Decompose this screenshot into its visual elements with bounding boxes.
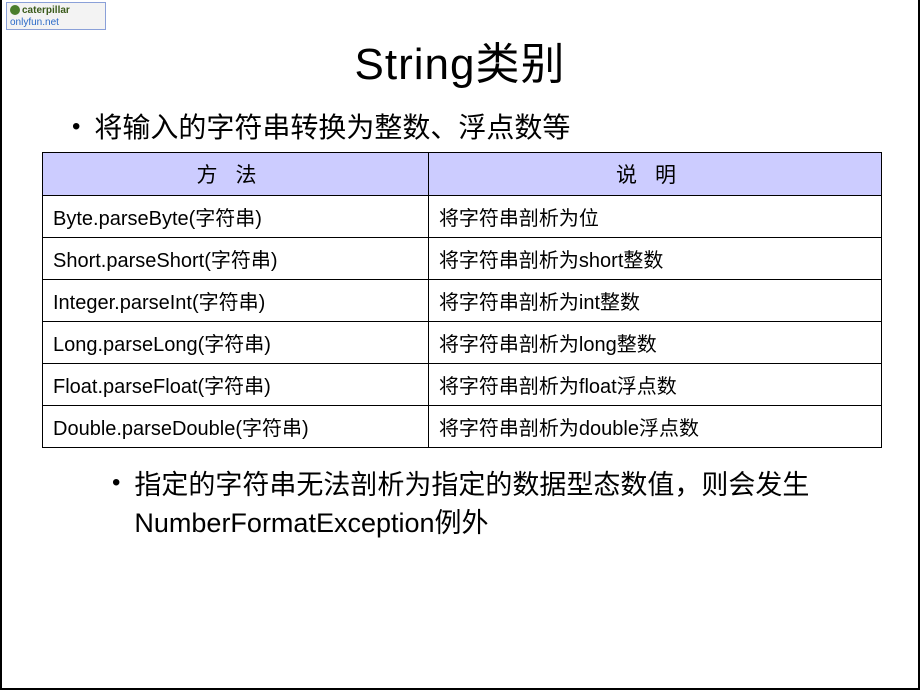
slide-content: • 将输入的字符串转换为整数、浮点数等 方法 说明 Byte.parseByte…: [2, 102, 918, 542]
cell-method: Float.parseFloat(字符串): [43, 364, 429, 406]
slide: caterpillar onlyfun.net String类别 • 将输入的字…: [0, 0, 920, 690]
table-row: Byte.parseByte(字符串) 将字符串剖析为位: [43, 196, 882, 238]
header-description: 说明: [428, 153, 881, 196]
bullet-dot-icon: •: [112, 466, 120, 500]
table-row: Float.parseFloat(字符串) 将字符串剖析为float浮点数: [43, 364, 882, 406]
table-header-row: 方法 说明: [43, 153, 882, 196]
bullet-1: • 将输入的字符串转换为整数、浮点数等: [42, 110, 878, 146]
table-row: Short.parseShort(字符串) 将字符串剖析为short整数: [43, 238, 882, 280]
table-row: Integer.parseInt(字符串) 将字符串剖析为int整数: [43, 280, 882, 322]
bullet-1-text: 将输入的字符串转换为整数、浮点数等: [94, 110, 570, 146]
cell-description: 将字符串剖析为long整数: [428, 322, 881, 364]
cell-description: 将字符串剖析为位: [428, 196, 881, 238]
watermark-text-2: onlyfun.net: [10, 17, 102, 29]
watermark-line1: caterpillar: [10, 5, 102, 17]
methods-table: 方法 说明 Byte.parseByte(字符串) 将字符串剖析为位 Short…: [42, 152, 882, 448]
cell-description: 将字符串剖析为short整数: [428, 238, 881, 280]
cell-description: 将字符串剖析为float浮点数: [428, 364, 881, 406]
watermark-badge: caterpillar onlyfun.net: [6, 2, 106, 30]
cell-method: Byte.parseByte(字符串): [43, 196, 429, 238]
bullet-dot-icon: •: [72, 110, 80, 144]
bullet-2-text: 指定的字符串无法剖析为指定的数据型态数值，则会发生NumberFormatExc…: [134, 466, 878, 542]
table-row: Double.parseDouble(字符串) 将字符串剖析为double浮点数: [43, 406, 882, 448]
cell-description: 将字符串剖析为int整数: [428, 280, 881, 322]
slide-title: String类别: [2, 0, 918, 102]
watermark-text-1: caterpillar: [22, 5, 70, 16]
bullet-2: • 指定的字符串无法剖析为指定的数据型态数值，则会发生NumberFormatE…: [42, 466, 878, 542]
cell-description: 将字符串剖析为double浮点数: [428, 406, 881, 448]
cell-method: Short.parseShort(字符串): [43, 238, 429, 280]
cell-method: Double.parseDouble(字符串): [43, 406, 429, 448]
caterpillar-icon: [10, 5, 20, 15]
cell-method: Long.parseLong(字符串): [43, 322, 429, 364]
header-method: 方法: [43, 153, 429, 196]
cell-method: Integer.parseInt(字符串): [43, 280, 429, 322]
table-row: Long.parseLong(字符串) 将字符串剖析为long整数: [43, 322, 882, 364]
